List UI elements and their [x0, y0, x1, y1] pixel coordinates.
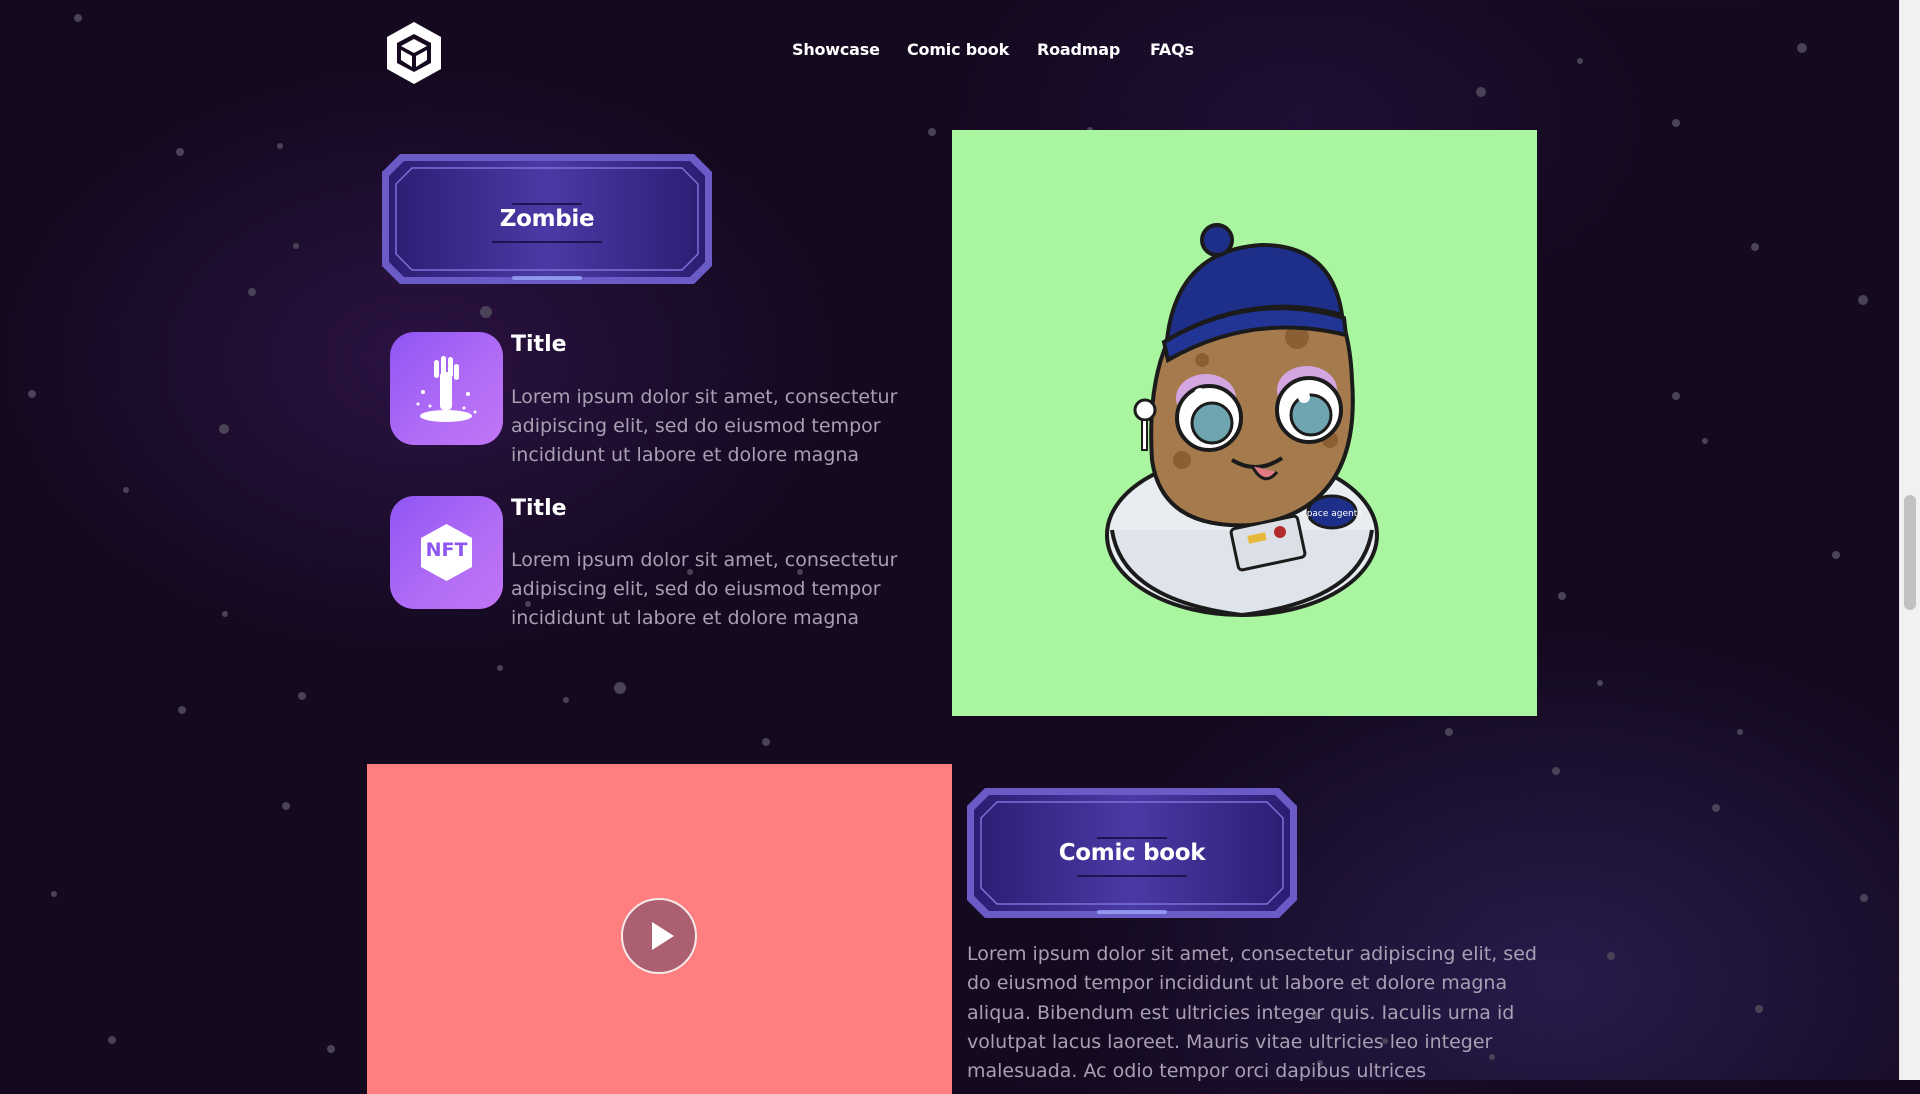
comic-book-heading: Comic book	[1058, 840, 1206, 866]
feature-title: Title	[511, 332, 567, 357]
nav-item-faqs[interactable]: FAQs	[1150, 40, 1194, 59]
nft-character-image: space agents	[952, 130, 1537, 716]
potato-astronaut-illustration: space agents	[1105, 223, 1379, 618]
zombie-hand-icon	[390, 332, 503, 445]
nav-item-roadmap[interactable]: Roadmap	[1037, 40, 1120, 59]
nav-item-showcase[interactable]: Showcase	[792, 40, 880, 59]
feature-description: Lorem ipsum dolor sit amet, consectetur …	[511, 549, 898, 629]
main-nav: Showcase Comic book Roadmap FAQs	[0, 40, 1900, 64]
comic-book-description: Lorem ipsum dolor sit amet, consectetur …	[967, 943, 1537, 1083]
comic-book-heading-badge: Comic book	[967, 788, 1297, 918]
nft-hexagon-icon: NFT	[390, 496, 503, 609]
nft-icon-label: NFT	[425, 539, 468, 561]
zombie-heading-badge: Zombie	[382, 154, 712, 284]
play-button[interactable]	[621, 898, 697, 974]
play-icon	[652, 922, 674, 950]
scrollbar-thumb[interactable]	[1904, 495, 1916, 610]
nav-item-comic-book[interactable]: Comic book	[907, 40, 1009, 59]
svg-text:space agents: space agents	[1302, 509, 1362, 519]
page-scrollbar[interactable]	[1899, 0, 1920, 1080]
zombie-heading: Zombie	[499, 206, 595, 232]
feature-title: Title	[511, 496, 567, 521]
feature-description: Lorem ipsum dolor sit amet, consectetur …	[511, 386, 898, 466]
